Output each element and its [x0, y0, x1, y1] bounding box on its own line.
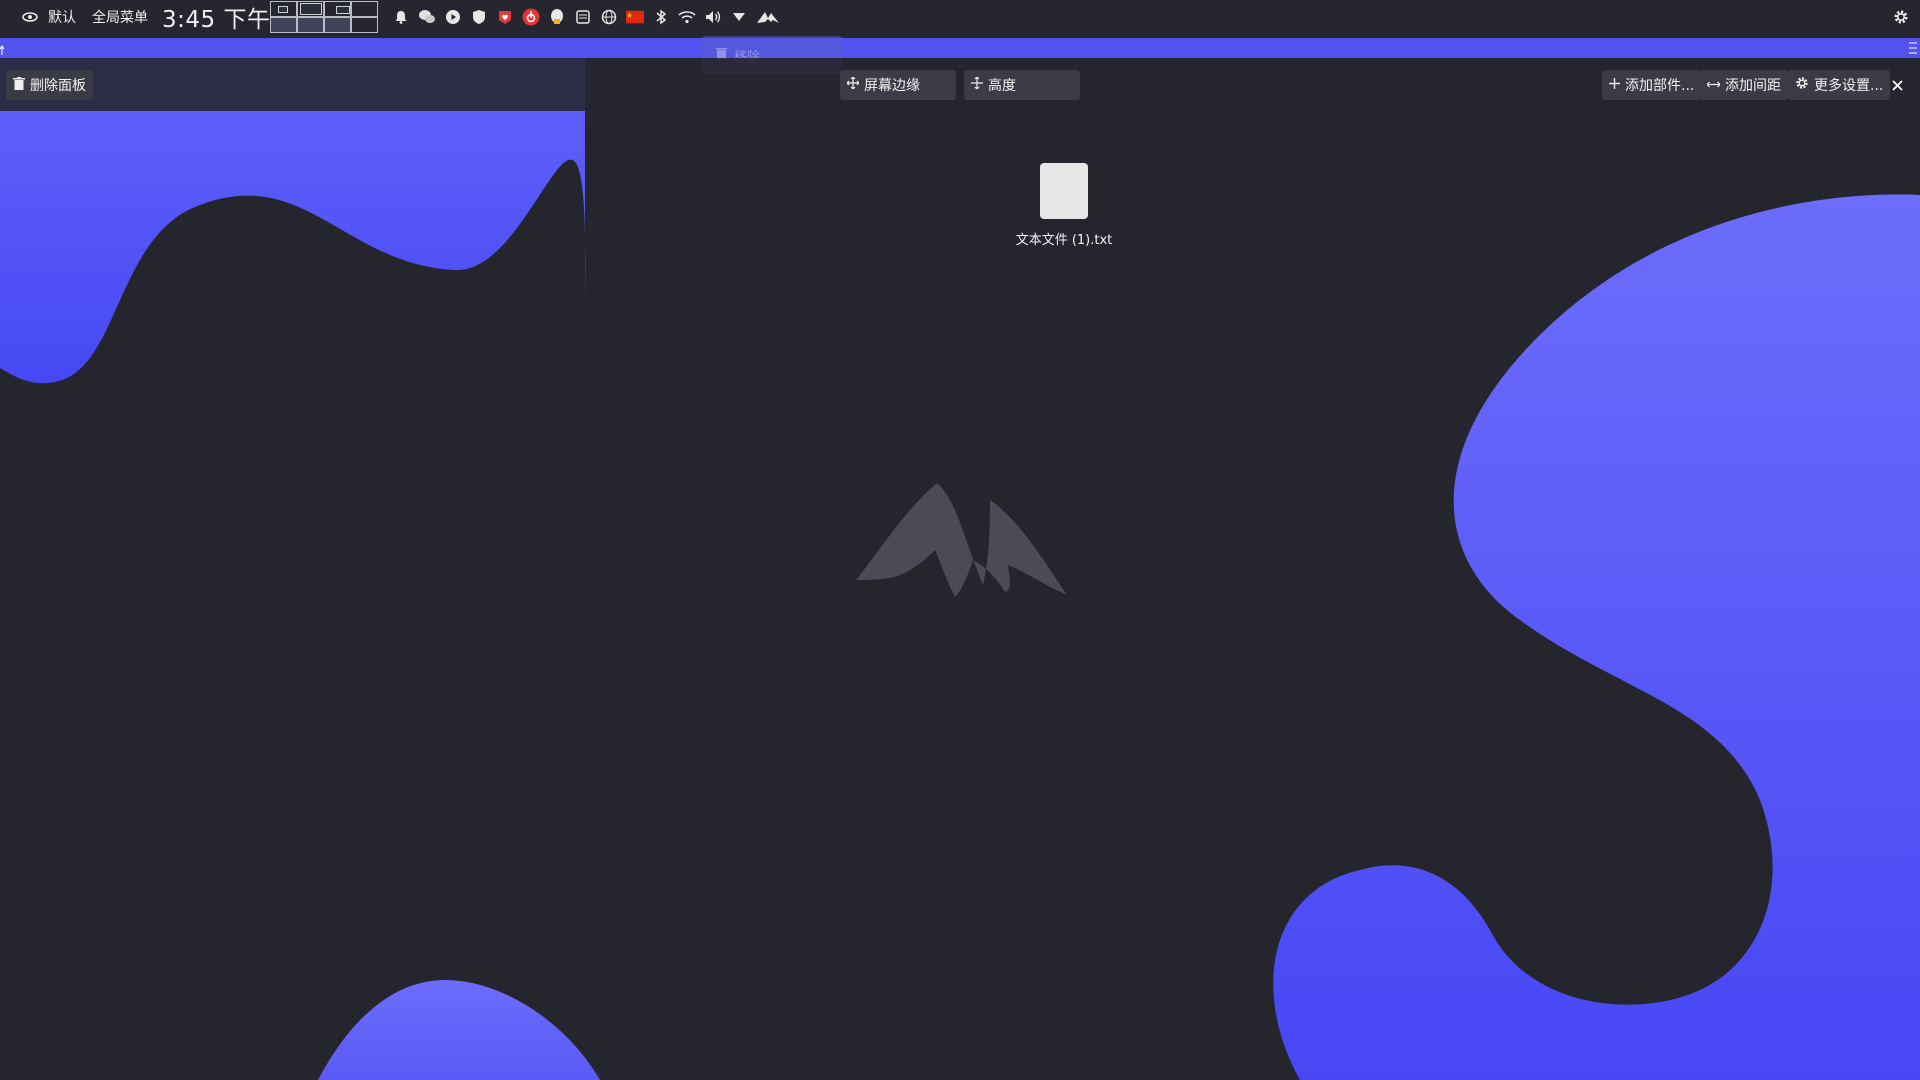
add-spacer-label: 添加间距: [1725, 78, 1781, 94]
height-button[interactable]: 高度: [964, 70, 1080, 100]
play-circle-icon[interactable]: [444, 8, 462, 26]
gear-icon[interactable]: [1892, 0, 1910, 34]
panel-settings-toolbar: 删除面板 屏幕边缘 高度 添加部件... 添加间距 更多设置...: [0, 58, 1920, 111]
screen-edge-button[interactable]: 屏幕边缘: [840, 70, 956, 100]
wallpaper-blob-bottom: [318, 980, 600, 1080]
desktop-file-label: 文本文件 (1).txt: [1015, 233, 1113, 248]
pager-desktop-6[interactable]: [297, 17, 324, 33]
plus-icon: [1609, 77, 1620, 93]
flag-cn-icon[interactable]: [626, 8, 644, 26]
text-file-icon: [1040, 163, 1088, 219]
wechat-icon[interactable]: [418, 8, 436, 26]
delete-panel-button[interactable]: 删除面板: [6, 70, 93, 100]
wallpaper-blob-right: [1273, 194, 1920, 1080]
pager-window: [336, 6, 350, 14]
trash-icon: [13, 76, 25, 94]
global-menu-label[interactable]: 全局菜单: [92, 0, 148, 34]
bluetooth-icon[interactable]: [652, 8, 670, 26]
mountain-logo-icon: [856, 483, 1067, 597]
volume-icon[interactable]: [704, 8, 722, 26]
activity-default-label[interactable]: 默认: [48, 0, 76, 34]
heart-badge-icon[interactable]: [496, 8, 514, 26]
bell-icon[interactable]: [392, 8, 410, 26]
pager-window: [278, 6, 288, 13]
qq-icon[interactable]: [548, 8, 566, 26]
keyboard-icon[interactable]: [574, 8, 592, 26]
chevron-down-icon[interactable]: [730, 8, 748, 26]
add-spacer-button[interactable]: 添加间距: [1700, 70, 1788, 100]
height-label: 高度: [988, 78, 1016, 94]
system-tray: [392, 0, 780, 34]
clock[interactable]: 3:45 下午: [162, 0, 270, 34]
wifi-icon[interactable]: [678, 8, 696, 26]
close-icon[interactable]: [1886, 70, 1908, 100]
mountain-logo-icon[interactable]: [756, 8, 780, 26]
panel-edit-strip[interactable]: [0, 38, 1920, 58]
pager-desktop-5[interactable]: [270, 17, 297, 33]
eye-icon[interactable]: [22, 0, 38, 34]
screen-edge-label: 屏幕边缘: [864, 78, 920, 94]
arrows-horizontal-icon: [1706, 77, 1721, 93]
gear-icon: [1795, 76, 1809, 94]
add-widget-label: 添加部件...: [1625, 78, 1695, 94]
resize-handle-icon[interactable]: [1906, 38, 1920, 58]
virtual-desktop-pager[interactable]: [270, 1, 378, 33]
move-icon: [846, 76, 860, 93]
more-settings-label: 更多设置...: [1814, 78, 1884, 94]
delete-panel-label: 删除面板: [30, 78, 86, 94]
netease-music-icon[interactable]: [522, 8, 540, 26]
pager-desktop-7[interactable]: [324, 17, 351, 33]
pager-desktop-8[interactable]: [351, 17, 378, 33]
shield-icon[interactable]: [470, 8, 488, 26]
more-settings-button[interactable]: 更多设置...: [1788, 70, 1891, 100]
resize-vertical-icon: [971, 76, 983, 93]
pager-window: [300, 3, 322, 15]
globe-icon[interactable]: [600, 8, 618, 26]
arrow-up-icon: [0, 44, 5, 55]
desktop-wallpaper: [0, 40, 1920, 1080]
desktop-file-item[interactable]: 文本文件 (1).txt: [1000, 160, 1128, 248]
top-panel: 默认 全局菜单 3:45 下午: [0, 0, 1920, 34]
pager-desktop-4[interactable]: [351, 1, 378, 17]
add-widget-button[interactable]: 添加部件...: [1602, 70, 1702, 100]
